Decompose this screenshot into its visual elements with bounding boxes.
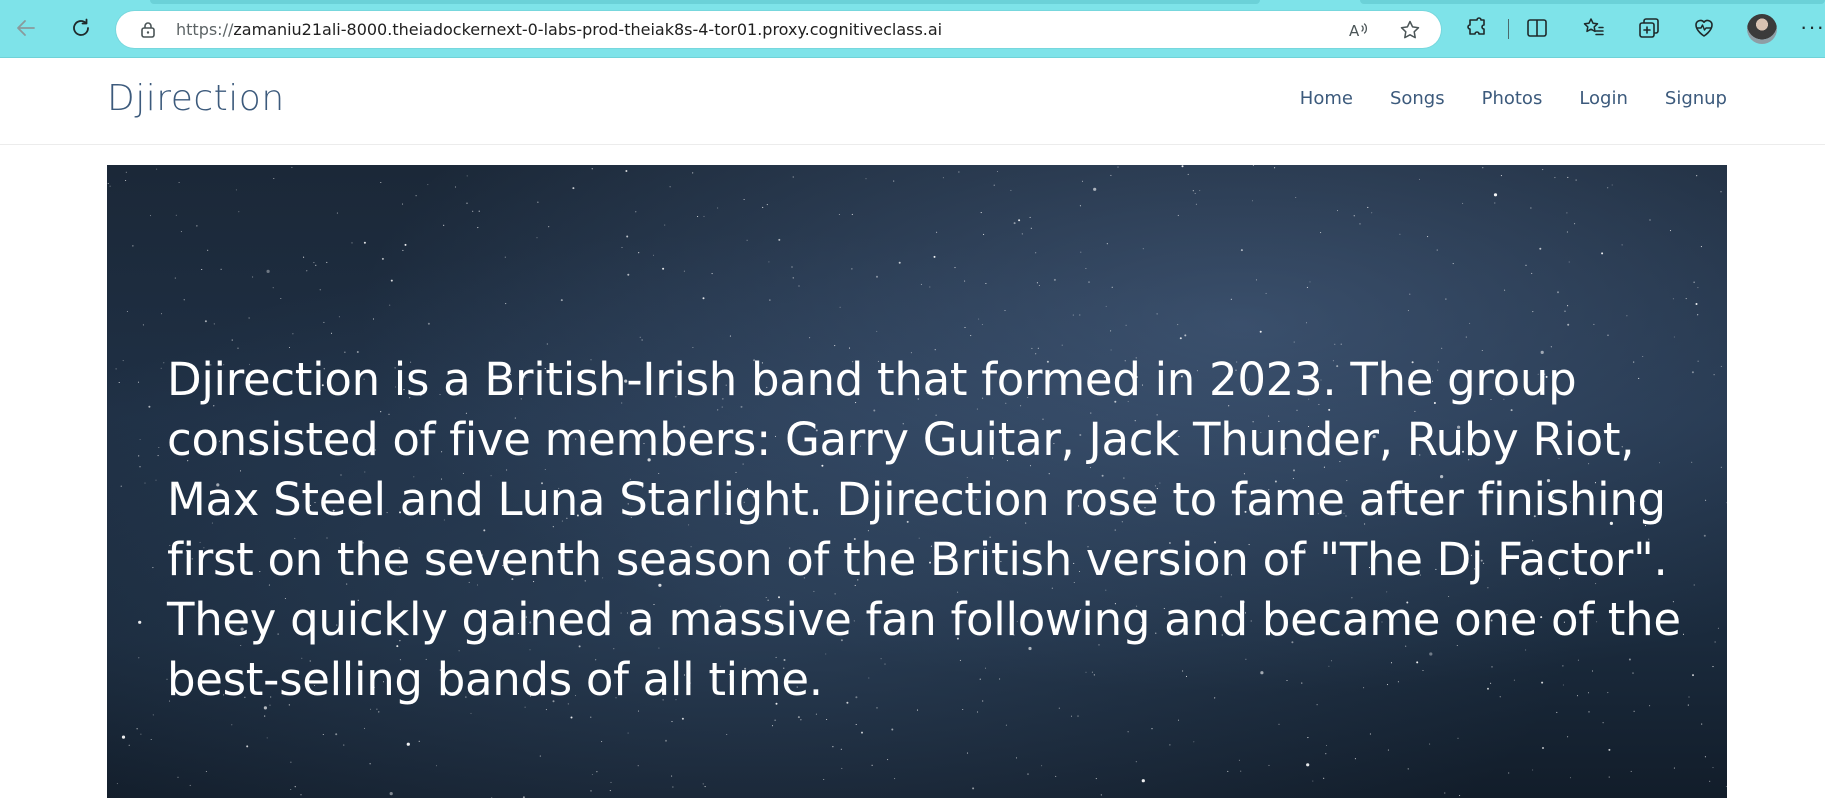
- nav-songs-link[interactable]: Songs: [1390, 88, 1445, 109]
- read-aloud-icon[interactable]: A: [1348, 19, 1370, 41]
- arrow-left-icon[interactable]: [10, 12, 42, 44]
- nav-home-link[interactable]: Home: [1300, 88, 1353, 109]
- puzzle-icon[interactable]: [1463, 14, 1491, 42]
- nav-photos-link[interactable]: Photos: [1482, 88, 1543, 109]
- address-bar[interactable]: https://zamaniu21ali-8000.theiadockernex…: [116, 11, 1441, 48]
- svg-text:A: A: [1349, 22, 1360, 40]
- collections-icon[interactable]: [1635, 14, 1663, 42]
- url-text[interactable]: https://zamaniu21ali-8000.theiadockernex…: [176, 20, 942, 39]
- toolbar-divider: [1508, 19, 1509, 39]
- main-nav: Home Songs Photos Login Signup: [1263, 88, 1727, 109]
- browser-toolbar: https://zamaniu21ali-8000.theiadockernex…: [0, 0, 1825, 58]
- refresh-icon[interactable]: [65, 12, 97, 44]
- avatar[interactable]: [1747, 14, 1777, 44]
- hero-description: Djirection is a British-Irish band that …: [167, 353, 1681, 706]
- lock-icon[interactable]: [138, 20, 158, 40]
- tab-strip-edge: [150, 0, 1260, 4]
- nav-login-link[interactable]: Login: [1579, 88, 1628, 109]
- star-icon[interactable]: [1399, 19, 1421, 41]
- nav-signup-link[interactable]: Signup: [1665, 88, 1727, 109]
- favorites-list-icon[interactable]: [1580, 14, 1608, 42]
- url-scheme: https://: [176, 20, 234, 39]
- split-screen-icon[interactable]: [1523, 14, 1551, 42]
- site-header: Djirection Home Songs Photos Login Signu…: [0, 58, 1825, 145]
- tab-strip-edge: [1360, 0, 1825, 4]
- url-host: zamaniu21ali-8000.theiadockernext-0-labs…: [233, 20, 943, 39]
- heart-pulse-icon[interactable]: [1690, 14, 1718, 42]
- site-brand[interactable]: Djirection: [107, 78, 285, 119]
- more-menu-icon[interactable]: ···: [1800, 14, 1825, 40]
- hero-banner: Djirection is a British-Irish band that …: [107, 165, 1727, 798]
